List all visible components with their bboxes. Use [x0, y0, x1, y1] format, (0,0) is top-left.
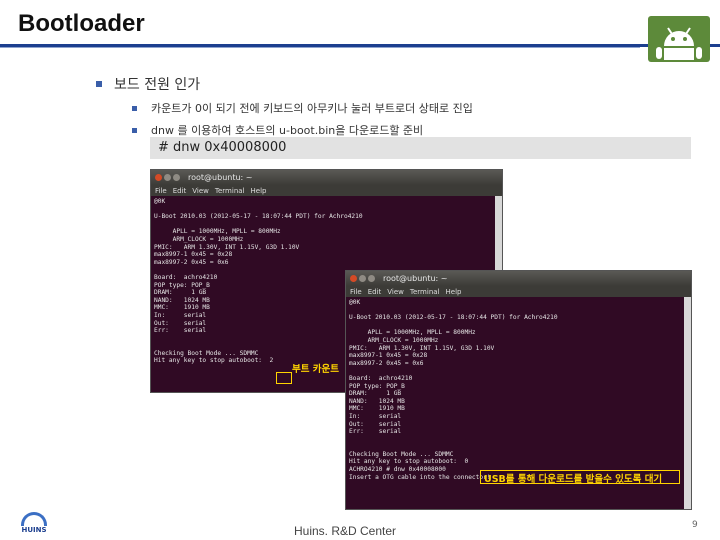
bullet-marker-icon [132, 105, 137, 111]
footer-text: Huins. R&D Center [294, 524, 397, 538]
menu-view[interactable]: View [192, 187, 209, 195]
menu-terminal[interactable]: Terminal [410, 288, 440, 296]
menu-file[interactable]: File [155, 187, 167, 195]
bullet-text: dnw 를 이용하여 호스트의 u-boot.bin을 다운로드할 준비 [151, 124, 424, 137]
bullet-level2: dnw 를 이용하여 호스트의 u-boot.bin을 다운로드할 준비 [132, 122, 473, 138]
android-logo-icon [648, 16, 710, 62]
terminal-menubar: File Edit View Terminal Help [346, 286, 691, 297]
bullet-marker-icon [96, 81, 102, 87]
boot-count-annotation: 부트 카운트 [292, 364, 340, 375]
slide-title: Bootloader [18, 10, 145, 37]
bullet-text: 카운트가 0이 되기 전에 키보드의 아무키나 눌러 부트로더 상태로 진입 [151, 102, 473, 115]
menu-help[interactable]: Help [251, 187, 267, 195]
minimize-icon[interactable] [164, 174, 171, 181]
page-number: 9 [692, 520, 698, 530]
bullet-text: 보드 전원 인가 [114, 77, 201, 93]
terminal-titlebar[interactable]: root@ubuntu: ~ [151, 170, 502, 185]
terminal-title: root@ubuntu: ~ [188, 173, 253, 182]
bullet-marker-icon [132, 127, 137, 133]
huins-logo: HUINS [12, 512, 56, 538]
maximize-icon[interactable] [368, 275, 375, 282]
bullet-list: 보드 전원 인가 카운트가 0이 되기 전에 키보드의 아무키나 눌러 부트로더… [96, 74, 473, 138]
bullet-level1: 보드 전원 인가 [96, 74, 473, 94]
terminal-titlebar[interactable]: root@ubuntu: ~ [346, 271, 691, 286]
menu-edit[interactable]: Edit [173, 187, 187, 195]
title-divider-thin [0, 47, 640, 48]
minimize-icon[interactable] [359, 275, 366, 282]
command-box: # dnw 0x40008000 [150, 137, 691, 159]
menu-terminal[interactable]: Terminal [215, 187, 245, 195]
huins-logo-text: HUINS [21, 526, 47, 534]
menu-edit[interactable]: Edit [368, 288, 382, 296]
terminal-menubar: File Edit View Terminal Help [151, 185, 502, 196]
close-icon[interactable] [155, 174, 162, 181]
menu-help[interactable]: Help [446, 288, 462, 296]
terminal-title: root@ubuntu: ~ [383, 274, 448, 283]
bullet-level2: 카운트가 0이 되기 전에 키보드의 아무키나 눌러 부트로더 상태로 진입 [132, 100, 473, 116]
huins-logo-icon [21, 512, 47, 526]
close-icon[interactable] [350, 275, 357, 282]
terminal-output[interactable]: @0K U-Boot 2010.03 (2012-05-17 - 18:07:4… [346, 297, 691, 483]
menu-file[interactable]: File [350, 288, 362, 296]
usb-wait-annotation: USB를 통해 다운로드를 받을수 있도록 대기 [484, 474, 663, 485]
menu-view[interactable]: View [387, 288, 404, 296]
maximize-icon[interactable] [173, 174, 180, 181]
countdown-highlight-box [276, 372, 292, 384]
terminal-scrollbar[interactable] [684, 297, 691, 509]
